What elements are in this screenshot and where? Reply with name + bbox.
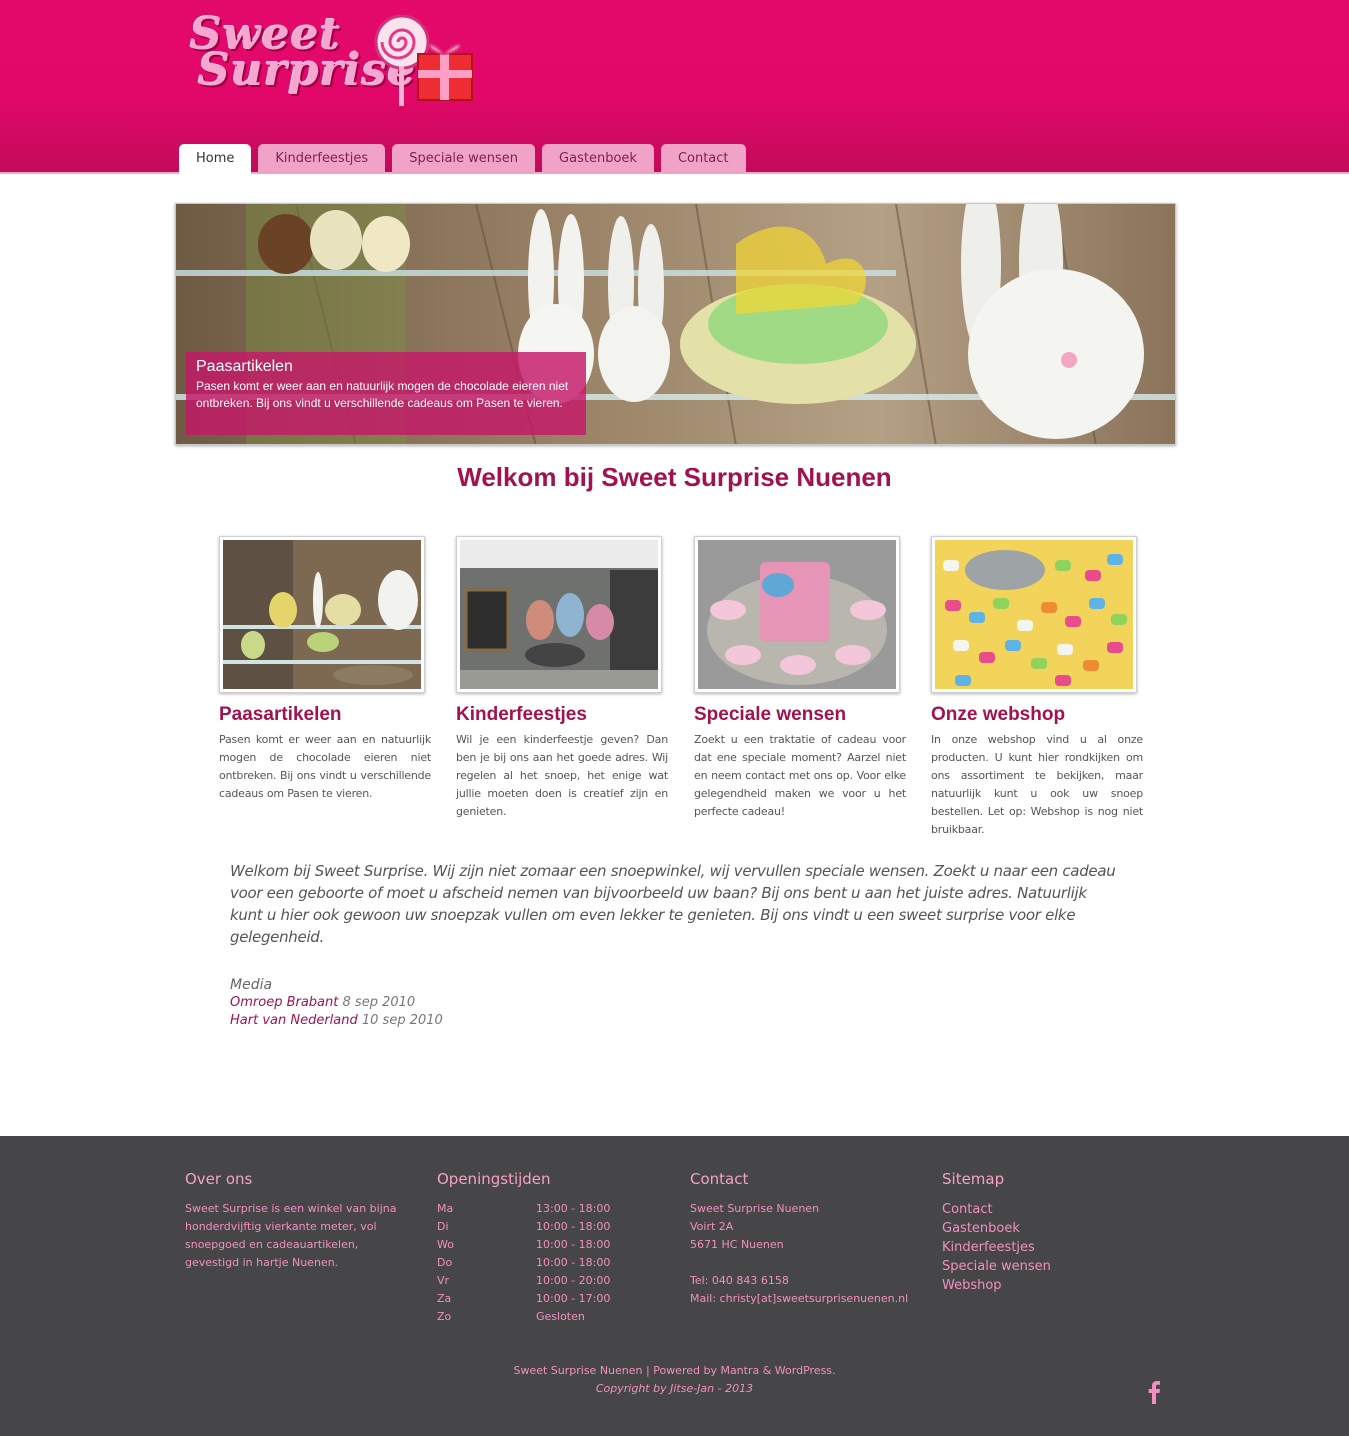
feature-speciale-wensen: Speciale wensen Zoekt u een traktatie of…: [694, 536, 906, 821]
footer-hours: Openingstijden Ma 13:00 - 18:00 Di 10:00 -…: [437, 1170, 657, 1326]
hours-row: Vr 10:00 - 20:00: [437, 1274, 611, 1287]
feature-image-webshop[interactable]: [931, 536, 1137, 693]
hours-row: Do 10:00 - 18:00: [437, 1256, 611, 1269]
facebook-icon[interactable]: [1144, 1380, 1164, 1404]
feature-kinderfeestjes: Kinderfeestjes Wil je een kinderfeestje …: [456, 536, 668, 821]
feature-text: Wil je een kinderfeestje geven? Dan ben …: [456, 733, 668, 818]
feature-image-paasartikelen[interactable]: [219, 536, 425, 693]
media-item: Omroep Brabant 8 sep 2010: [230, 994, 443, 1012]
feature-image-speciale-wensen[interactable]: [694, 536, 900, 693]
media-link-hart-van-nederland[interactable]: Hart van Nederland: [230, 1013, 358, 1028]
feature-title[interactable]: Speciale wensen: [694, 703, 906, 727]
feature-paasartikelen: Paasartikelen Pasen komt er weer aan en …: [219, 536, 431, 803]
feature-image-kinderfeestjes[interactable]: [456, 536, 662, 693]
media-item: Hart van Nederland 10 sep 2010: [230, 1012, 443, 1030]
slide-caption: Paasartikelen Pasen komt er weer aan en …: [186, 352, 586, 435]
slide-text: Pasen komt er weer aan en natuurlijk mog…: [196, 379, 569, 410]
hours-row: Zo Gesloten: [437, 1310, 585, 1323]
feature-title[interactable]: Paasartikelen: [219, 703, 431, 727]
sitemap-link-gastenboek[interactable]: Gastenboek: [942, 1219, 1142, 1238]
contact-mail: Mail: christy[at]sweetsurprisenuenen.nl: [690, 1292, 909, 1305]
media-title: Media: [230, 977, 273, 993]
page-title: Welkom bij Sweet Surprise Nuenen: [457, 462, 892, 492]
feature-title[interactable]: Kinderfeestjes: [456, 703, 668, 727]
nav-tab-kinderfeestjes[interactable]: Kinderfeestjes: [258, 144, 386, 174]
sitemap-link-kinderfeestjes[interactable]: Kinderfeestjes: [942, 1238, 1142, 1257]
featured-slider[interactable]: Paasartikelen Pasen komt er weer aan en …: [175, 203, 1176, 445]
easter-shelf-image: [223, 540, 421, 689]
sitemap-link-contact[interactable]: Contact: [942, 1200, 1142, 1219]
media-date: 10 sep 2010: [361, 1013, 443, 1028]
hours-row: Wo 10:00 - 18:00: [437, 1238, 611, 1251]
feature-title[interactable]: Onze webshop: [931, 703, 1143, 727]
nav-tab-home[interactable]: Home: [179, 144, 252, 174]
intro-paragraph: Welkom bij Sweet Surprise. Wij zijn niet…: [230, 862, 1116, 946]
pink-mug-gift-image: [698, 540, 896, 689]
slide-title: Paasartikelen: [196, 358, 293, 375]
feature-text: Zoekt u een traktatie of cadeau voor dat…: [694, 733, 906, 818]
nav-tab-contact[interactable]: Contact: [660, 144, 746, 174]
nav-tab-gastenboek[interactable]: Gastenboek: [542, 144, 654, 174]
nav-tab-speciale-wensen[interactable]: Speciale wensen: [392, 144, 536, 174]
media-section: Media Omroep Brabant 8 sep 2010 Hart van…: [230, 976, 443, 1030]
sitemap-link-speciale-wensen[interactable]: Speciale wensen: [942, 1257, 1142, 1276]
footer-about-title: Over ons: [185, 1170, 253, 1188]
contact-street: Voirt 2A: [690, 1220, 734, 1233]
site-header: Sweet Surprise Home Kinderfeestjes Speci…: [0, 0, 1349, 174]
contact-name: Sweet Surprise Nuenen: [690, 1202, 820, 1215]
lollipop-gift-icon: [374, 14, 473, 106]
main-navigation: Home Kinderfeestjes Speciale wensen Gast…: [179, 144, 746, 174]
children-party-image: [460, 540, 658, 689]
candy-image: [935, 540, 1133, 689]
site-footer: Over ons Sweet Surprise is een winkel va…: [0, 1136, 1349, 1436]
feature-text: In onze webshop vind u al onze producten…: [931, 733, 1143, 836]
sitemap-link-webshop[interactable]: Webshop: [942, 1276, 1142, 1295]
media-date: 8 sep 2010: [342, 995, 416, 1010]
footer-powered-by[interactable]: Sweet Surprise Nuenen | Powered by Mantr…: [0, 1362, 1349, 1380]
footer-hours-title: Openingstijden: [437, 1170, 551, 1188]
hours-row: Ma 13:00 - 18:00: [437, 1202, 611, 1215]
footer-contact-title: Contact: [690, 1170, 749, 1188]
feature-webshop: Onze webshop In onze webshop vind u al o…: [931, 536, 1143, 839]
feature-text: Pasen komt er weer aan en natuurlijk mog…: [219, 733, 431, 800]
contact-city: 5671 HC Nuenen: [690, 1238, 784, 1251]
hours-row: Di 10:00 - 18:00: [437, 1220, 611, 1233]
footer-contact: Contact Sweet Surprise Nuenen Voirt 2A 5…: [690, 1170, 920, 1308]
footer-sitemap: Sitemap Contact Gastenboek Kinderfeestje…: [942, 1170, 1142, 1295]
footer-about: Over ons Sweet Surprise is een winkel va…: [185, 1170, 410, 1272]
contact-phone: Tel: 040 843 6158: [690, 1274, 789, 1287]
footer-about-text: Sweet Surprise is een winkel van bijna h…: [185, 1202, 397, 1269]
media-link-omroep-brabant[interactable]: Omroep Brabant: [230, 995, 338, 1010]
site-logo[interactable]: Sweet Surprise: [186, 10, 481, 112]
hours-row: Za 10:00 - 17:00: [437, 1292, 611, 1305]
footer-sitemap-title: Sitemap: [942, 1170, 1005, 1188]
